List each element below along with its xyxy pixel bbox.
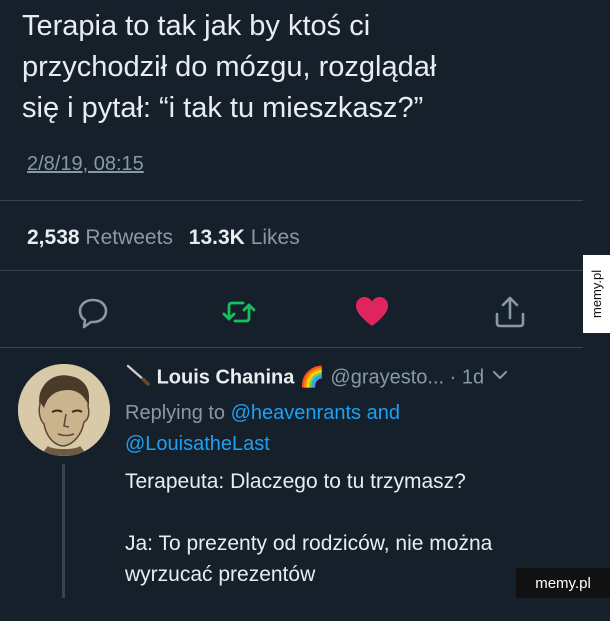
mention-link[interactable]: @LouisatheLast bbox=[125, 433, 270, 455]
reply-handle[interactable]: @grayesto... bbox=[330, 366, 444, 388]
reply-header: Louis Chanina 🌈 @grayesto... · 1d bbox=[125, 364, 510, 392]
replying-prefix: Replying to bbox=[125, 402, 226, 424]
and-link[interactable]: and bbox=[367, 402, 400, 424]
retweet-icon bbox=[222, 301, 256, 323]
heart-icon bbox=[356, 297, 388, 326]
tweet-text: Terapia to tak jak by ktoś ci przychodzi… bbox=[22, 10, 437, 124]
corner-watermark: memy.pl bbox=[516, 568, 610, 598]
reply-icon bbox=[78, 298, 108, 329]
retweets-count[interactable]: 2,538 bbox=[27, 226, 80, 249]
tweet-timestamp[interactable]: 2/8/19, 08:15 bbox=[27, 153, 144, 176]
likes-label[interactable]: Likes bbox=[251, 226, 300, 249]
reply-tweet: Louis Chanina 🌈 @grayesto... · 1d Replyi… bbox=[0, 348, 583, 598]
thread-line bbox=[62, 464, 65, 598]
retweets-label[interactable]: Retweets bbox=[85, 226, 173, 249]
portrait-sketch-image bbox=[18, 364, 110, 456]
mention-link[interactable]: @heavenrants bbox=[231, 402, 361, 424]
reply-time[interactable]: 1d bbox=[462, 366, 484, 388]
reply-line: Ja: To prezenty od rodziców, nie można w… bbox=[125, 532, 493, 586]
reply-display-name[interactable]: Louis Chanina bbox=[157, 366, 295, 388]
replying-to: Replying to @heavenrants and @LouisatheL… bbox=[125, 398, 400, 460]
reply-button[interactable] bbox=[73, 292, 113, 332]
share-icon bbox=[495, 296, 525, 328]
separator-dot: · bbox=[449, 366, 457, 389]
share-button[interactable] bbox=[490, 292, 530, 332]
like-button[interactable] bbox=[352, 292, 392, 332]
side-watermark: memy.pl bbox=[583, 255, 610, 333]
reply-line: Terapeuta: Dlaczego to tu trzymasz? bbox=[125, 470, 466, 493]
likes-count[interactable]: 13.3K bbox=[189, 226, 245, 249]
knife-emoji-icon bbox=[125, 364, 151, 392]
avatar[interactable] bbox=[18, 364, 110, 456]
retweet-button[interactable] bbox=[219, 292, 259, 332]
divider bbox=[0, 270, 583, 271]
divider bbox=[0, 200, 583, 201]
tweet-stats: 2,538 Retweets 13.3K Likes bbox=[27, 226, 300, 250]
rainbow-emoji-icon: 🌈 bbox=[299, 366, 325, 389]
chevron-down-icon[interactable] bbox=[490, 365, 510, 391]
